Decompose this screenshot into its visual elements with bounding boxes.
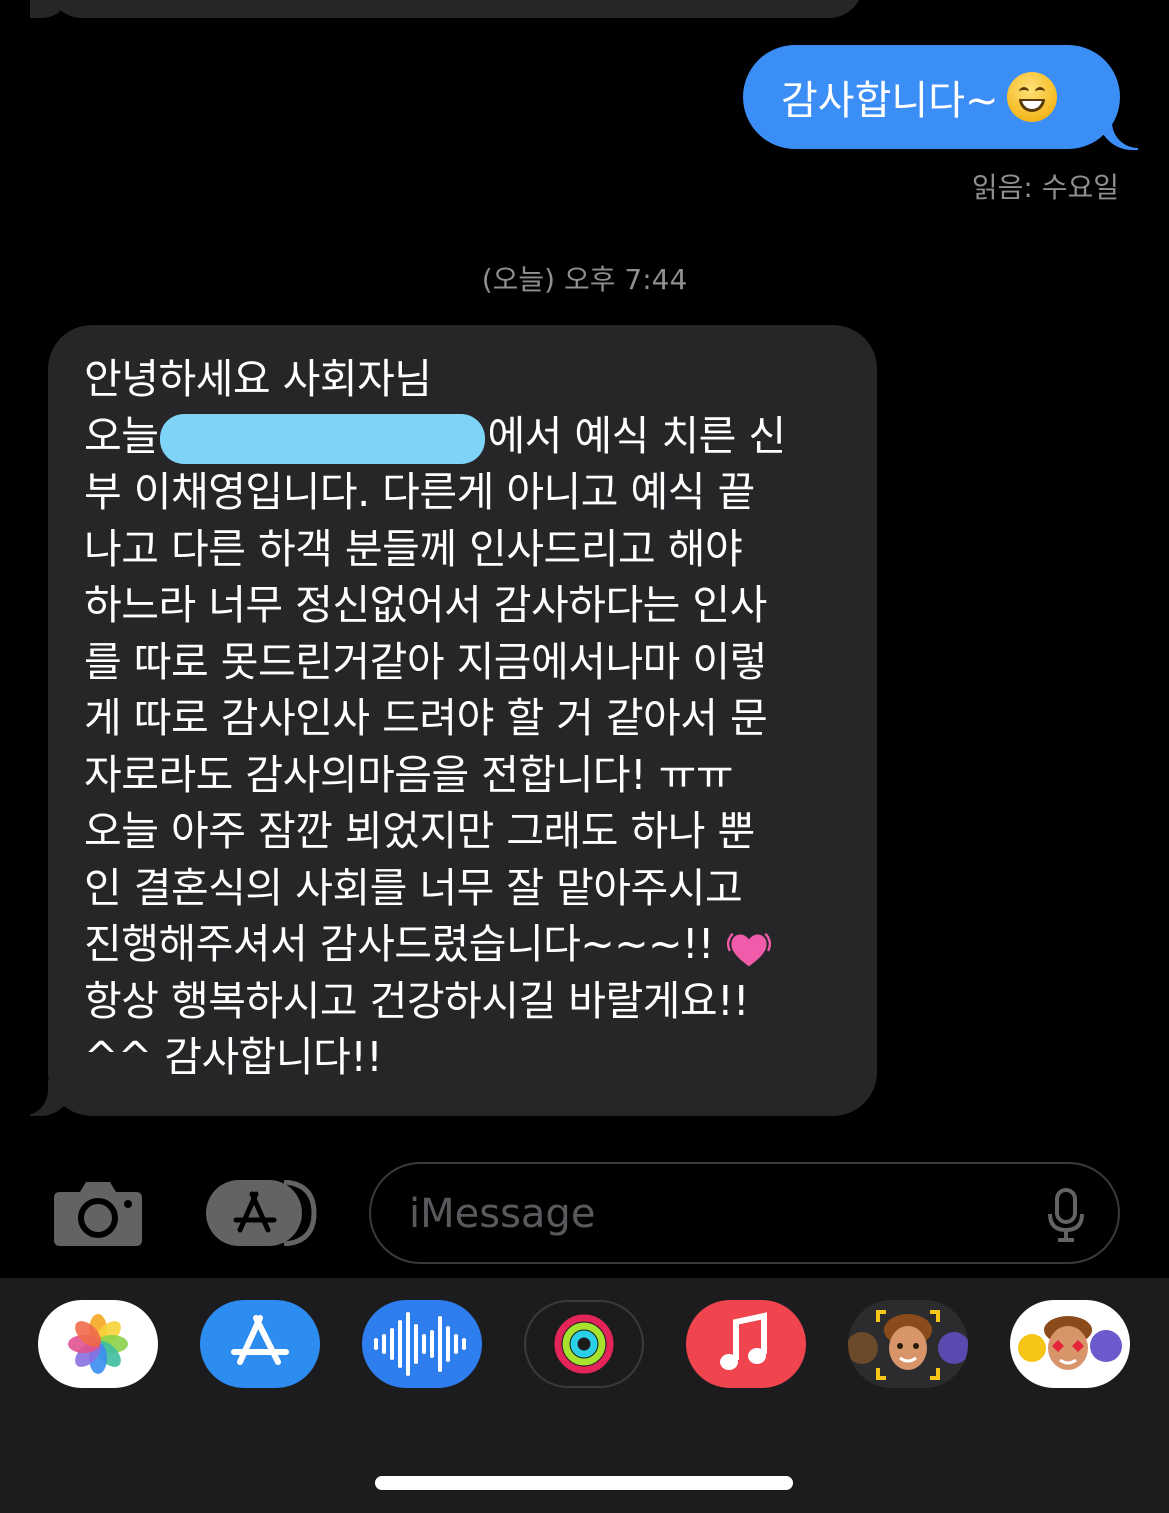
app-store-icon [231, 1315, 289, 1365]
imessage-input[interactable]: iMessage [369, 1162, 1120, 1264]
message-line: 하느라 너무 정신없어서 감사하다는 인사 [84, 581, 767, 629]
memoji-app-button[interactable] [848, 1300, 968, 1388]
fitness-app-button[interactable] [524, 1300, 644, 1388]
message-line: ^^ 감사합니다!! [84, 1033, 383, 1081]
app-drawer [0, 1278, 1169, 1513]
received-message-bubble[interactable]: 안녕하세요 사회자님 오늘 에서 예식 치른 신 부 이채영입니다. 다른게 아니… [48, 325, 877, 1116]
redaction-mark [160, 413, 486, 464]
sent-message-text: 감사합니다~ [781, 78, 999, 124]
camera-button[interactable] [52, 1178, 144, 1248]
music-app-button[interactable] [686, 1300, 806, 1388]
apps-button[interactable] [206, 1179, 318, 1247]
home-indicator[interactable] [375, 1476, 793, 1490]
music-note-icon [720, 1312, 767, 1370]
message-line: 오늘 아주 잠깐 뵈었지만 그래도 하나 뿐 [84, 807, 755, 855]
photos-app-button[interactable] [38, 1300, 158, 1388]
activity-rings-icon [554, 1314, 614, 1374]
photos-icon [68, 1314, 128, 1374]
microphone-icon[interactable] [1046, 1188, 1086, 1242]
message-line: 를 따로 못드린거같아 지금에서나마 이렇 [84, 637, 767, 686]
message-timestamp: (오늘) 오후 7:44 [481, 263, 688, 296]
app-store-app-button[interactable] [200, 1300, 320, 1388]
message-line: 자로라도 감사의마음을 전합니다! ㅠㅠ [84, 750, 734, 799]
beating-heart-emoji-icon [726, 927, 772, 967]
compose-bar: iMessage [0, 1150, 1169, 1278]
message-line: 인 결혼식의 사회를 너무 잘 맡아주시고 [84, 863, 743, 912]
sent-message-bubble[interactable]: 감사합니다~ [743, 45, 1120, 149]
previous-message-bubble[interactable] [48, 0, 863, 18]
message-line: 안녕하세요 사회자님 [84, 355, 432, 403]
input-placeholder: iMessage [409, 1191, 596, 1237]
message-line: 진행해주셔서 감사드렸습니다~~~!! [84, 916, 857, 973]
memoji-stickers-icon [1018, 1316, 1122, 1370]
app-store-icon [206, 1179, 317, 1247]
grinning-face-emoji-icon [1006, 72, 1057, 122]
waveform-icon [374, 1312, 466, 1376]
message-line: 오늘 에서 예식 치른 신 [84, 408, 857, 465]
camera-icon [54, 1182, 142, 1246]
memoji-icon [848, 1310, 968, 1380]
message-line: 부 이채영입니다. 다른게 아니고 예식 끝 [84, 468, 755, 516]
read-receipt: 읽음: 수요일 [971, 171, 1119, 204]
message-line: 나고 다른 하객 분들께 인사드리고 해야 [84, 524, 743, 573]
message-line: 항상 행복하시고 건강하시길 바랄게요!! [84, 976, 750, 1025]
audio-message-app-button[interactable] [362, 1300, 482, 1388]
memoji-stickers-app-button[interactable] [1010, 1300, 1130, 1388]
message-line: 게 따로 감사인사 드려야 할 거 같아서 문 [84, 694, 768, 742]
